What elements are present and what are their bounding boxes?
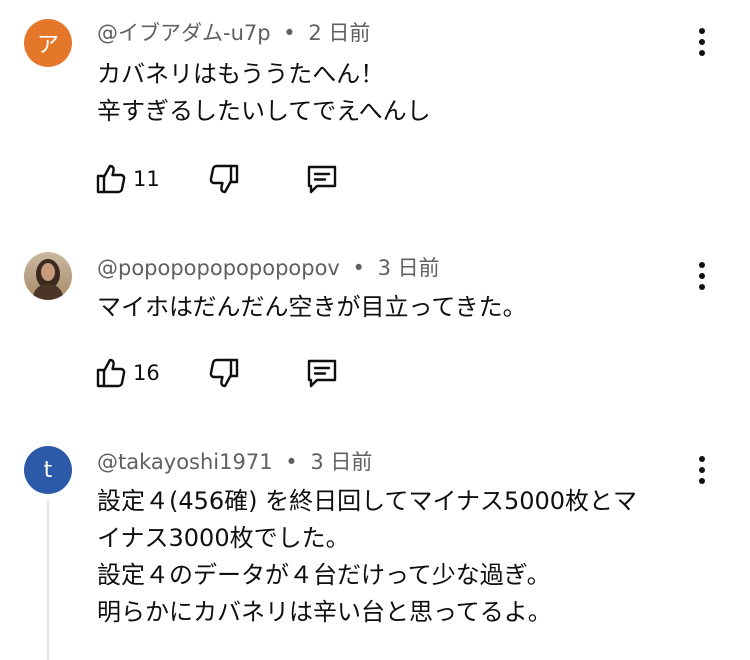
comment-header: @イブアダム-u7p • 2 日前 [97, 20, 370, 46]
comment-text: 設定４(456確) を終日回してマイナス5000枚とマ イナス3000枚でした。… [97, 483, 637, 631]
avatar[interactable] [24, 252, 72, 300]
thumbs-down-icon [208, 357, 240, 389]
comment-text: マイホはだんだん空きが目立ってきた。 [97, 289, 527, 326]
comment-line: カバネリはもううたへん！ [97, 60, 385, 88]
comments-list: ア @イブアダム-u7p • 2 日前 カバネリはもううたへん！ 辛すぎるしたい… [0, 0, 750, 660]
thumbs-down-icon [208, 163, 240, 195]
dislike-button[interactable] [208, 163, 240, 195]
more-vert-icon[interactable] [690, 259, 714, 293]
author-name[interactable]: @popopopopopopopov [97, 256, 340, 280]
like-count: 16 [133, 361, 160, 385]
timestamp[interactable]: 2 日前 [308, 21, 370, 45]
avatar[interactable]: t [24, 446, 72, 494]
comment-line: 設定４(456確) を終日回してマイナス5000枚とマ [97, 487, 638, 515]
comment-line: 辛すぎるしたいしてでえへんし [97, 97, 431, 125]
reply-button[interactable] [305, 163, 339, 195]
comment-line: 明らかにカバネリは辛い台と思ってるよ。 [97, 598, 552, 626]
comment-header: @popopopopopopopov • 3 日前 [97, 255, 440, 281]
thumbs-up-icon [95, 357, 127, 389]
avatar-photo [24, 252, 72, 300]
timestamp[interactable]: 3 日前 [310, 450, 372, 474]
comment-line: イナス3000枚でした。 [97, 524, 350, 552]
comment-icon [305, 357, 339, 389]
reply-button[interactable] [305, 357, 339, 389]
more-vert-icon[interactable] [690, 453, 714, 487]
comment-text: カバネリはもううたへん！ 辛すぎるしたいしてでえへんし [97, 56, 431, 130]
avatar[interactable]: ア [24, 19, 72, 67]
comment-icon [305, 163, 339, 195]
author-name[interactable]: @イブアダム-u7p [97, 21, 271, 45]
thread-line [47, 500, 49, 660]
timestamp[interactable]: 3 日前 [378, 256, 440, 280]
like-button[interactable]: 16 [95, 357, 160, 389]
separator: • [352, 256, 365, 280]
thumbs-up-icon [95, 163, 127, 195]
separator: • [285, 450, 298, 474]
author-name[interactable]: @takayoshi1971 [97, 450, 273, 474]
comment-header: @takayoshi1971 • 3 日前 [97, 449, 372, 475]
dislike-button[interactable] [208, 357, 240, 389]
comment-line: マイホはだんだん空きが目立ってきた。 [97, 293, 527, 321]
like-button[interactable]: 11 [95, 163, 160, 195]
separator: • [283, 21, 296, 45]
avatar-letter: ア [36, 33, 59, 58]
comment-line: 設定４のデータが４台だけって少な過ぎ。 [97, 561, 551, 589]
more-vert-icon[interactable] [690, 25, 714, 59]
avatar-letter: t [43, 457, 53, 483]
like-count: 11 [133, 167, 160, 191]
